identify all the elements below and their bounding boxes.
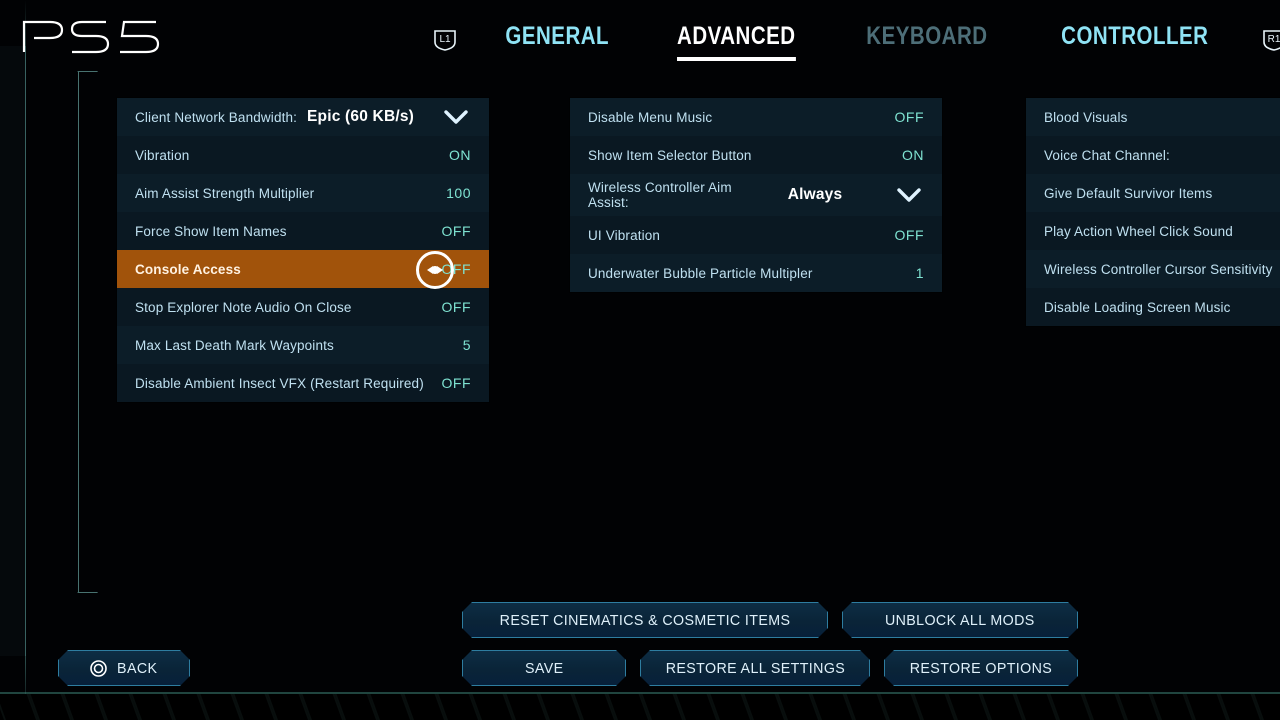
restore-all-settings-button[interactable]: RESTORE ALL SETTINGS: [640, 650, 870, 686]
setting-row[interactable]: Disable Ambient Insect VFX (Restart Requ…: [117, 364, 489, 402]
setting-row[interactable]: Disable Menu MusicOFF: [570, 98, 942, 136]
setting-label: Console Access: [135, 262, 437, 277]
setting-label: Client Network Bandwidth:: [135, 110, 307, 125]
setting-row[interactable]: Max Last Death Mark Waypoints5: [117, 326, 489, 364]
setting-value: OFF: [437, 299, 471, 315]
setting-row[interactable]: Wireless Controller Aim Assist:Always: [570, 174, 942, 216]
setting-label: Play Action Wheel Click Sound: [1044, 218, 1280, 245]
r1-bumper-icon: R1: [1261, 27, 1280, 53]
chevron-down-icon[interactable]: [441, 109, 471, 125]
tab-controller[interactable]: CONTROLLER: [1061, 20, 1208, 61]
reset-cinematics-label: RESET CINEMATICS & COSMETIC ITEMS: [500, 612, 791, 629]
setting-value: ON: [890, 147, 924, 163]
unblock-all-mods-label: UNBLOCK ALL MODS: [885, 612, 1035, 629]
left-frame-line: [25, 0, 26, 720]
unblock-all-mods-button[interactable]: UNBLOCK ALL MODS: [842, 602, 1078, 638]
setting-row[interactable]: Force Show Item NamesOFF: [117, 212, 489, 250]
setting-label: Wireless Controller Aim Assist:: [588, 174, 750, 216]
setting-row[interactable]: Stop Explorer Note Audio On CloseOFF: [117, 288, 489, 326]
reset-cinematics-button[interactable]: RESET CINEMATICS & COSMETIC ITEMS: [462, 602, 828, 638]
setting-value: 5: [437, 337, 471, 353]
tab-general[interactable]: GENERAL: [505, 20, 609, 61]
setting-row[interactable]: Console AccessOFF: [117, 250, 489, 288]
tab-keyboard[interactable]: KEYBOARD: [866, 20, 987, 61]
restore-options-button[interactable]: RESTORE OPTIONS: [884, 650, 1078, 686]
setting-value: Epic (60 KB/s): [307, 108, 427, 126]
setting-label: Max Last Death Mark Waypoints: [135, 332, 437, 359]
setting-value: OFF: [437, 223, 471, 239]
settings-column-1: Client Network Bandwidth:Epic (60 KB/s)V…: [117, 98, 489, 402]
restore-all-settings-label: RESTORE ALL SETTINGS: [665, 660, 844, 677]
setting-value: ON: [437, 147, 471, 163]
settings-column-3: Blood Visuals Voice Chat Channel:All Give …: [1026, 98, 1280, 326]
l1-label: L1: [439, 34, 451, 45]
header-bar: L1 GENERAL ADVANCED KEYBOARD CONTROLLER …: [0, 0, 1280, 70]
r1-label: R1: [1267, 34, 1280, 45]
setting-row[interactable]: Give Default Survivor Items: [1026, 174, 1280, 212]
setting-value: 1: [890, 265, 924, 281]
restore-options-label: RESTORE OPTIONS: [910, 660, 1052, 677]
setting-row[interactable]: UI VibrationOFF: [570, 216, 942, 254]
setting-label: Stop Explorer Note Audio On Close: [135, 294, 437, 321]
back-label: BACK: [117, 660, 157, 677]
circle-button-icon: [90, 660, 107, 677]
setting-row[interactable]: Client Network Bandwidth:Epic (60 KB/s): [117, 98, 489, 136]
setting-label: Underwater Bubble Particle Multipler: [588, 260, 890, 287]
setting-label: Force Show Item Names: [135, 224, 437, 239]
bottom-chevron-pattern: [0, 694, 1280, 720]
setting-label: Disable Ambient Insect VFX (Restart Requ…: [135, 370, 437, 397]
chevron-down-icon[interactable]: [894, 187, 924, 203]
setting-row[interactable]: VibrationON: [117, 136, 489, 174]
save-button[interactable]: SAVE: [462, 650, 626, 686]
setting-value: 100: [437, 185, 471, 201]
setting-label: Vibration: [135, 148, 437, 163]
setting-row[interactable]: Underwater Bubble Particle Multipler1: [570, 254, 942, 292]
setting-value: OFF: [437, 261, 471, 277]
setting-value: OFF: [437, 375, 471, 391]
setting-row[interactable]: Play Action Wheel Click Sound: [1026, 212, 1280, 250]
setting-row[interactable]: Show Item Selector ButtonON: [570, 136, 942, 174]
setting-label: Aim Assist Strength Multiplier: [135, 180, 437, 207]
setting-label: Blood Visuals: [1044, 110, 1280, 125]
setting-row[interactable]: Wireless Controller Cursor Sensitivity: [1026, 250, 1280, 288]
main-tab-nav[interactable]: L1 GENERAL ADVANCED KEYBOARD CONTROLLER …: [418, 18, 1280, 62]
setting-value: OFF: [890, 109, 924, 125]
save-label: SAVE: [525, 660, 563, 677]
left-frame-panel: [0, 46, 26, 656]
setting-row[interactable]: Blood Visuals: [1026, 98, 1280, 136]
setting-row[interactable]: Voice Chat Channel:All: [1026, 136, 1280, 174]
setting-label: Voice Chat Channel:: [1044, 148, 1280, 163]
settings-column-2: Disable Menu MusicOFFShow Item Selector …: [570, 98, 942, 292]
setting-label: Wireless Controller Cursor Sensitivity: [1044, 256, 1280, 283]
setting-label: Disable Menu Music: [588, 110, 890, 125]
l1-bumper-icon: L1: [432, 27, 458, 53]
setting-value: Always: [750, 186, 880, 204]
setting-label: Show Item Selector Button: [588, 148, 890, 163]
setting-label: Disable Loading Screen Music: [1044, 294, 1280, 321]
ps5-logo: [20, 16, 162, 56]
back-button[interactable]: BACK: [58, 650, 190, 686]
setting-value: OFF: [890, 227, 924, 243]
setting-label: UI Vibration: [588, 228, 890, 243]
tab-advanced[interactable]: ADVANCED: [677, 20, 796, 61]
content-bracket: [78, 72, 110, 592]
setting-row[interactable]: Disable Loading Screen Music: [1026, 288, 1280, 326]
setting-row[interactable]: Aim Assist Strength Multiplier100: [117, 174, 489, 212]
setting-label: Give Default Survivor Items: [1044, 180, 1280, 207]
